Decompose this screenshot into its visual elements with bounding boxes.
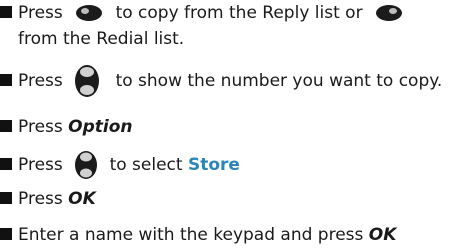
step-3: Press Option	[0, 114, 133, 140]
step-5: Press OK	[0, 186, 96, 212]
step-4-text: to select	[109, 155, 183, 175]
step-1-text: to copy from the Reply list or	[115, 3, 363, 23]
bullet-square	[0, 158, 12, 170]
step-4-press: Press	[18, 155, 63, 175]
up-down-nav-key-icon	[74, 150, 98, 180]
bullet-square	[0, 120, 12, 132]
step-3-press: Press	[18, 117, 63, 137]
step-2-text: to show the number you want to copy.	[115, 71, 443, 91]
store-menu-label: Store	[187, 155, 240, 175]
step-1-press: Press	[18, 3, 63, 23]
bullet-square	[0, 192, 12, 204]
ok-key-label: OK	[68, 189, 96, 209]
bullet-square	[0, 228, 12, 240]
step-1-continuation: from the Redial list.	[18, 29, 185, 49]
right-nav-key-icon	[374, 4, 404, 22]
bullet-square	[0, 74, 12, 86]
left-nav-key-icon	[74, 4, 104, 22]
step-2-press: Press	[18, 71, 63, 91]
step-2: Press to show the number you want to cop…	[0, 64, 442, 98]
step-5-press: Press	[18, 189, 63, 209]
bullet-square	[0, 6, 12, 18]
up-down-nav-key-icon	[74, 64, 100, 98]
ok-key-label: OK	[368, 225, 397, 245]
option-key-label: Option	[68, 117, 133, 137]
instruction-page: Press to copy from the Reply list or fro…	[0, 0, 470, 252]
step-4: Press to select Store	[0, 150, 240, 180]
step-1: Press to copy from the Reply list or	[0, 0, 404, 26]
step-6-text: Enter a name with the keypad and press	[18, 225, 364, 245]
step-6: Enter a name with the keypad and press O…	[0, 222, 396, 248]
